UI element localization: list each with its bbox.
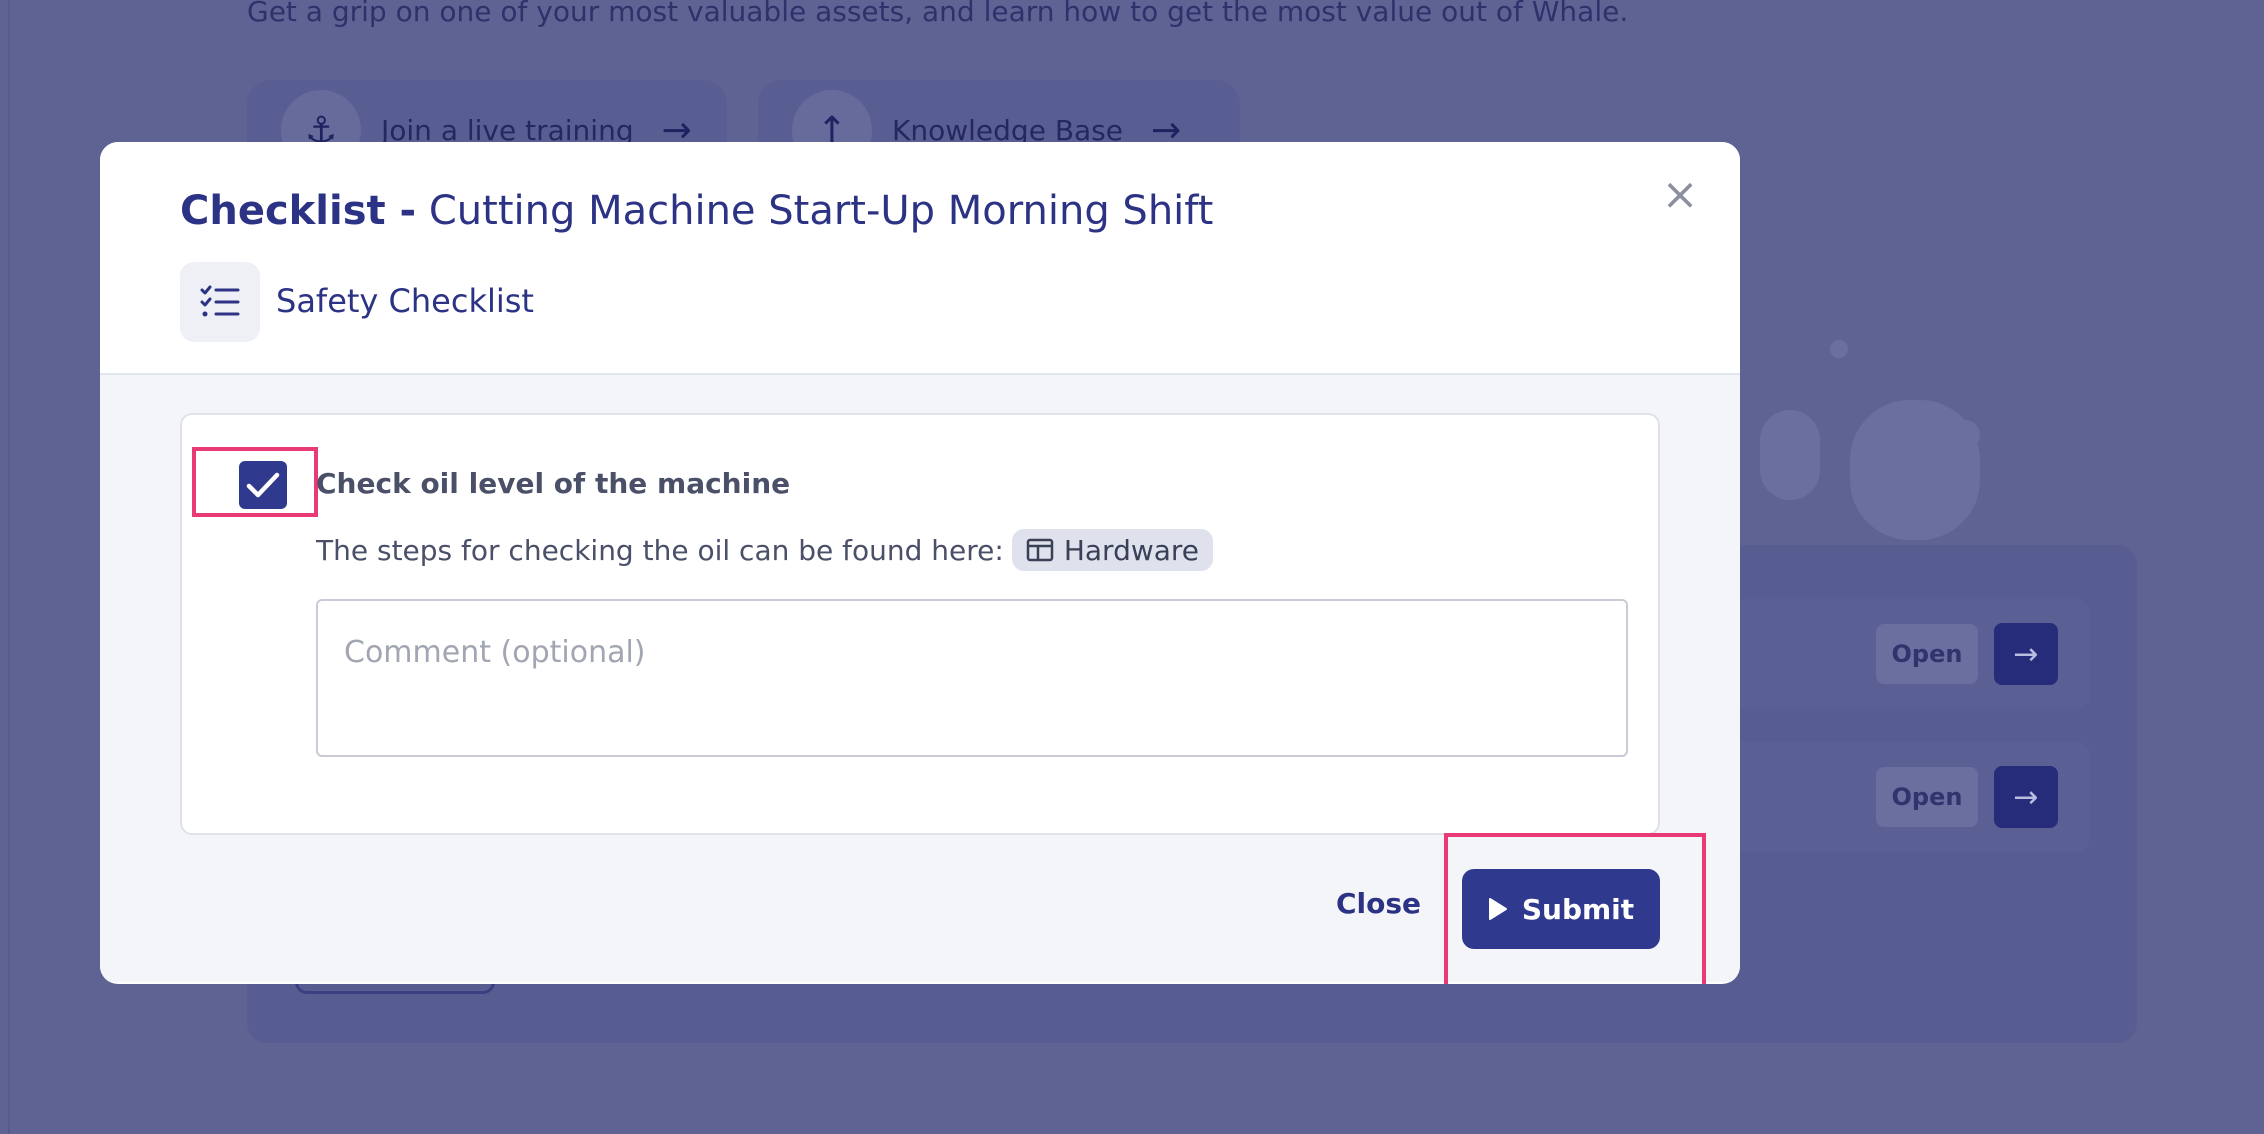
close-button[interactable]: Close bbox=[1336, 887, 1421, 920]
item-title: Check oil level of the machine bbox=[316, 467, 791, 500]
modal-header: Checklist - Cutting Machine Start-Up Mor… bbox=[100, 142, 1740, 375]
item-description: The steps for checking the oil can be fo… bbox=[316, 529, 1214, 571]
hardware-link-chip[interactable]: Hardware bbox=[1011, 529, 1214, 571]
open-button: Open bbox=[1876, 767, 1978, 827]
item-description-text: The steps for checking the oil can be fo… bbox=[316, 533, 1004, 567]
item-checkbox[interactable] bbox=[239, 461, 287, 509]
play-icon bbox=[1488, 897, 1508, 921]
checkmark-icon bbox=[246, 472, 280, 498]
decorative-blob bbox=[1760, 410, 1820, 500]
arrow-right-icon: → bbox=[1994, 623, 2058, 685]
open-button: Open bbox=[1876, 624, 1978, 684]
arrow-right-icon: → bbox=[1994, 766, 2058, 828]
table-icon bbox=[1026, 538, 1054, 562]
sidebar-edge bbox=[8, 0, 10, 1134]
checklist-modal: Checklist - Cutting Machine Start-Up Mor… bbox=[100, 142, 1740, 984]
modal-title-prefix: Checklist - bbox=[180, 188, 417, 234]
submit-label: Submit bbox=[1521, 892, 1635, 926]
modal-title: Checklist - Cutting Machine Start-Up Mor… bbox=[180, 188, 1213, 234]
modal-body: Check oil level of the machine The steps… bbox=[100, 375, 1740, 984]
modal-title-text: Cutting Machine Start-Up Morning Shift bbox=[428, 188, 1214, 234]
decorative-blob bbox=[1830, 340, 1848, 358]
submit-button[interactable]: Submit bbox=[1462, 869, 1660, 949]
comment-input[interactable] bbox=[316, 599, 1628, 757]
checklist-type-label: Safety Checklist bbox=[276, 282, 534, 320]
hardware-link-label: Hardware bbox=[1063, 533, 1200, 567]
checklist-icon bbox=[180, 262, 260, 342]
close-icon[interactable]: × bbox=[1658, 169, 1702, 220]
page-subtitle: Get a grip on one of your most valuable … bbox=[247, 0, 1629, 28]
decorative-blob bbox=[1950, 420, 1980, 450]
checklist-item: Check oil level of the machine The steps… bbox=[180, 413, 1660, 835]
